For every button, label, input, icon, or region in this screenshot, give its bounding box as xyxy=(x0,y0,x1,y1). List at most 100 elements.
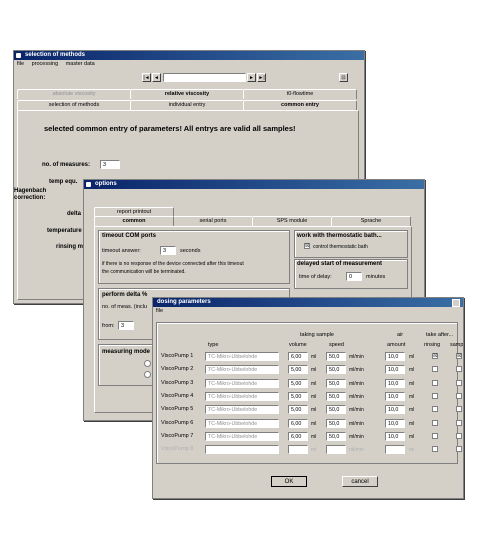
volume-unit: ml xyxy=(311,447,317,453)
volume-unit: ml xyxy=(311,367,317,373)
menu-file[interactable]: file xyxy=(17,61,24,67)
pump-type-field[interactable]: TC-Mikro-Ubbelohde xyxy=(205,352,279,361)
sample-checkbox[interactable] xyxy=(456,366,462,372)
ok-button[interactable]: OK xyxy=(271,476,307,487)
title-bar[interactable]: selection of methods xyxy=(14,51,364,60)
speed-field[interactable]: 50,0 xyxy=(326,432,346,441)
pump-type-field[interactable]: TC-Mikro-Ubbelohde xyxy=(205,392,279,401)
speed-field[interactable]: 50,0 xyxy=(326,405,346,414)
rinsing-checkbox[interactable] xyxy=(432,366,438,372)
control-bath-checkbox[interactable]: ☒ xyxy=(304,243,310,249)
speed-unit: ml/min xyxy=(349,394,364,400)
sample-checkbox[interactable] xyxy=(456,393,462,399)
measuring-mode-radio-1[interactable] xyxy=(144,360,151,367)
speed-unit: ml/min xyxy=(349,354,364,360)
no-of-measures-input[interactable]: 3 xyxy=(100,160,120,169)
amount-field[interactable]: 10,0 xyxy=(385,419,405,428)
volume-field[interactable]: 5,00 xyxy=(288,365,308,374)
timeout-title: timeout COM ports xyxy=(102,233,156,239)
sample-checkbox[interactable] xyxy=(456,446,462,452)
amount-field[interactable] xyxy=(385,445,405,454)
tab-sps-module[interactable]: SPS module xyxy=(252,216,332,226)
delay-unit: minutes xyxy=(366,274,386,280)
rinsing-checkbox[interactable] xyxy=(432,380,438,386)
exit-door-icon[interactable] xyxy=(452,299,460,307)
speed-field[interactable]: 50,0 xyxy=(326,419,346,428)
exit-door-icon[interactable]: ⊡ xyxy=(339,73,348,82)
sample-checkbox[interactable] xyxy=(456,406,462,412)
speed-field[interactable]: 50,0 xyxy=(326,365,346,374)
pump-type-field[interactable]: TC-Mikro-Ubbelohde xyxy=(205,379,279,388)
tab-t0-flowtime[interactable]: t0-flowtime xyxy=(243,89,357,99)
pump-type-field[interactable]: TC-Mikro-Ubbelohde xyxy=(205,432,279,441)
volume-field[interactable]: 6,00 xyxy=(288,419,308,428)
pump-type-field[interactable] xyxy=(205,445,279,454)
amount-field[interactable]: 10,0 xyxy=(385,352,405,361)
speed-field[interactable]: 50,0 xyxy=(326,392,346,401)
timeout-input[interactable]: 3 xyxy=(160,246,176,255)
rinsing-checkbox[interactable] xyxy=(432,433,438,439)
volume-unit: ml xyxy=(311,394,317,400)
record-input[interactable] xyxy=(163,73,246,82)
speed-field[interactable] xyxy=(326,445,346,454)
tab-sprache[interactable]: Sprache xyxy=(331,216,411,226)
delay-input[interactable]: 0 xyxy=(346,272,362,281)
volume-field[interactable]: 5,00 xyxy=(288,392,308,401)
amount-field[interactable]: 10,0 xyxy=(385,392,405,401)
measuring-mode-radio-2[interactable] xyxy=(144,371,151,378)
pump-name: ViscoPump 2 xyxy=(161,366,194,372)
speed-field[interactable]: 50,0 xyxy=(326,379,346,388)
perform-delta-title: perform delta % xyxy=(102,292,148,298)
sample-checkbox[interactable]: ☒ xyxy=(456,353,462,359)
amount-field[interactable]: 10,0 xyxy=(385,365,405,374)
title-bar[interactable]: options xyxy=(84,180,424,189)
air-header: air xyxy=(397,332,404,338)
nav-last-button[interactable]: ►| xyxy=(257,73,266,82)
menu-processing[interactable]: processing xyxy=(32,61,59,67)
nav-prev-button[interactable]: ◄ xyxy=(152,73,161,82)
sample-checkbox[interactable] xyxy=(456,420,462,426)
volume-field[interactable]: 6,00 xyxy=(288,432,308,441)
rinsing-checkbox[interactable] xyxy=(432,446,438,452)
no-of-meas-label: no. of meas. (inclu xyxy=(102,304,147,310)
rinsing-checkbox[interactable] xyxy=(432,393,438,399)
cancel-button[interactable]: cancel xyxy=(342,476,378,487)
amount-unit: ml xyxy=(409,381,415,387)
title-bar[interactable]: dosing parameters xyxy=(153,298,463,307)
temp-equ-label: temp equ. xyxy=(49,179,78,185)
amount-field[interactable]: 10,0 xyxy=(385,405,405,414)
pump-type-field[interactable]: TC-Mikro-Ubbelohde xyxy=(205,419,279,428)
tab-common[interactable]: common xyxy=(94,216,174,226)
sample-checkbox[interactable] xyxy=(456,380,462,386)
tab-selection-of-methods[interactable]: selection of methods xyxy=(17,100,131,110)
window-title: dosing parameters xyxy=(157,299,211,305)
tab-serial-ports[interactable]: serial ports xyxy=(173,216,253,226)
speed-field[interactable]: 50,0 xyxy=(326,352,346,361)
amount-unit: ml xyxy=(409,407,415,413)
amount-field[interactable]: 10,0 xyxy=(385,432,405,441)
menu-file[interactable]: file xyxy=(156,308,163,314)
volume-field[interactable]: 5,00 xyxy=(288,405,308,414)
col-rinsing: rinsing xyxy=(424,342,441,348)
hagenbach-label: Hagenbach correction: xyxy=(14,188,47,201)
volume-unit: ml xyxy=(311,354,317,360)
sample-checkbox[interactable] xyxy=(456,433,462,439)
tab-common-entry[interactable]: common entry xyxy=(243,100,357,110)
tab-absolute-viscosity[interactable]: absolute viscosity xyxy=(17,89,131,99)
from-input[interactable]: 3 xyxy=(118,321,134,330)
nav-next-button[interactable]: ► xyxy=(247,73,256,82)
volume-field[interactable]: 6,00 xyxy=(288,352,308,361)
rinsing-checkbox[interactable] xyxy=(432,406,438,412)
rinsing-checkbox[interactable] xyxy=(432,420,438,426)
nav-first-button[interactable]: |◄ xyxy=(142,73,151,82)
tab-relative-viscosity[interactable]: relative viscosity xyxy=(130,89,244,99)
pump-type-field[interactable]: TC-Mikro-Ubbelohde xyxy=(205,405,279,414)
tab-individual-entry[interactable]: individual entry xyxy=(130,100,244,110)
pump-type-field[interactable]: TC-Mikro-Ubbelohde xyxy=(205,365,279,374)
pump-name: ViscoPump 1 xyxy=(161,353,194,359)
rinsing-checkbox[interactable]: ☒ xyxy=(432,353,438,359)
volume-field[interactable] xyxy=(288,445,308,454)
volume-field[interactable]: 5,00 xyxy=(288,379,308,388)
menu-master-data[interactable]: master data xyxy=(66,61,95,67)
amount-field[interactable]: 10,0 xyxy=(385,379,405,388)
